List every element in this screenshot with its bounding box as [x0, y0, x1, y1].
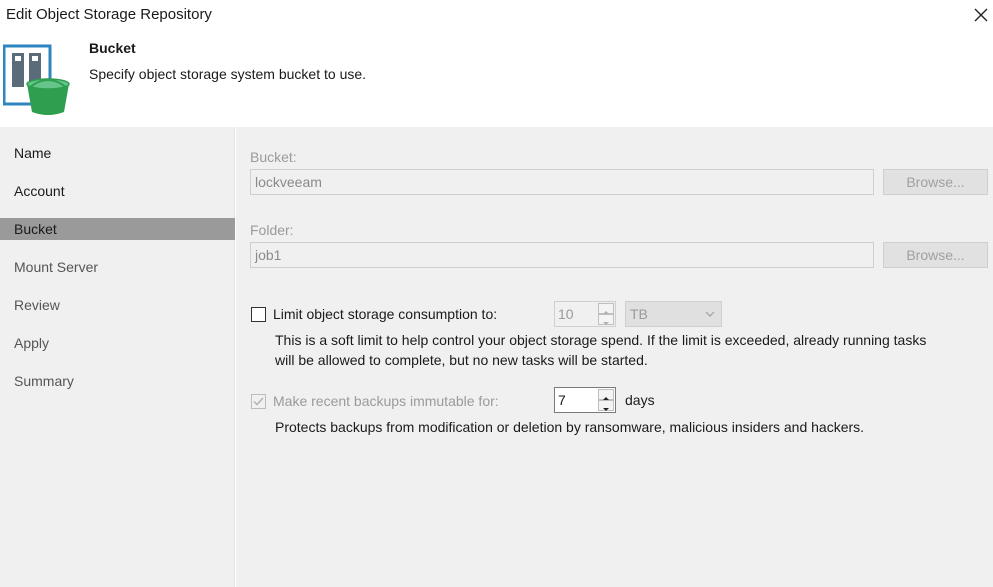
- step-mount-server[interactable]: Mount Server: [0, 256, 235, 278]
- limit-unit-value: TB: [630, 306, 648, 322]
- window-title: Edit Object Storage Repository: [6, 6, 212, 23]
- immutable-label: Make recent backups immutable for:: [273, 393, 499, 409]
- limit-help-line-1: This is a soft limit to help control you…: [275, 332, 927, 348]
- page-title: Bucket: [89, 40, 136, 56]
- browse-folder-button[interactable]: Browse...: [883, 242, 988, 268]
- bucket-label: Bucket:: [250, 149, 297, 165]
- limit-amount-stepper[interactable]: 10: [554, 301, 616, 327]
- limit-unit-select[interactable]: TB: [625, 301, 722, 327]
- decrement-arrow-icon[interactable]: [598, 314, 614, 325]
- increment-arrow-icon[interactable]: [598, 389, 614, 400]
- step-apply[interactable]: Apply: [0, 332, 235, 354]
- immutable-help: Protects backups from modification or de…: [275, 419, 865, 435]
- limit-amount-value: 10: [558, 306, 574, 322]
- page-subtitle: Specify object storage system bucket to …: [89, 66, 367, 82]
- step-account[interactable]: Account: [0, 180, 235, 202]
- object-storage-bucket-icon: [2, 42, 73, 118]
- increment-arrow-icon[interactable]: [598, 303, 614, 314]
- bucket-field[interactable]: lockveeam: [250, 169, 874, 195]
- immutable-days-value: 7: [558, 392, 566, 408]
- chevron-down-icon: [705, 311, 715, 317]
- bucket-settings-panel: Bucket: lockveeam Browse... Folder: job1…: [236, 127, 993, 587]
- immutable-days-unit: days: [625, 392, 655, 408]
- limit-help-line-2: will be allowed to complete, but no new …: [275, 352, 648, 368]
- immutable-days-stepper[interactable]: 7: [554, 387, 616, 413]
- browse-bucket-button[interactable]: Browse...: [883, 169, 988, 195]
- folder-field[interactable]: job1: [250, 242, 874, 268]
- checkmark-icon: [253, 397, 264, 406]
- decrement-arrow-icon[interactable]: [598, 400, 614, 411]
- close-icon[interactable]: [970, 4, 992, 26]
- step-review[interactable]: Review: [0, 294, 235, 316]
- limit-consumption-checkbox[interactable]: [251, 307, 266, 322]
- title-bar: Edit Object Storage Repository: [0, 0, 993, 30]
- step-summary[interactable]: Summary: [0, 370, 235, 392]
- immutable-checkbox[interactable]: [251, 394, 266, 409]
- wizard-header: Bucket Specify object storage system buc…: [0, 30, 993, 127]
- limit-consumption-label: Limit object storage consumption to:: [273, 306, 498, 322]
- step-name[interactable]: Name: [0, 142, 235, 164]
- wizard-steps-sidebar: Name Account Bucket Mount Server Review …: [0, 127, 235, 587]
- step-bucket[interactable]: Bucket: [0, 218, 235, 240]
- folder-label: Folder:: [250, 222, 294, 238]
